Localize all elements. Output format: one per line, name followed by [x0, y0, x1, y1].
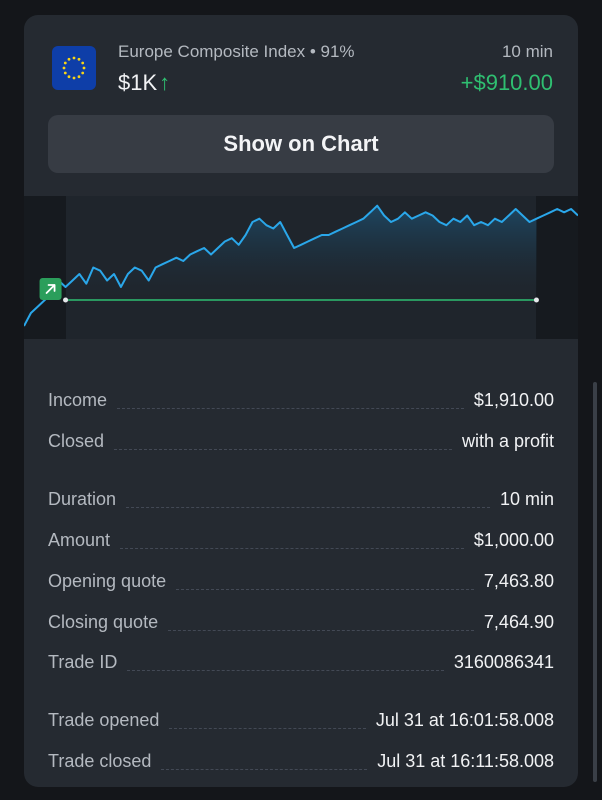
opening-quote-value: 7,463.80 — [483, 571, 554, 591]
dotted-leader — [126, 506, 490, 508]
duration-label: Duration — [48, 489, 117, 509]
detail-row-closing-quote: Closing quote 7,464.90 — [48, 607, 554, 633]
trade-amount-value: $1K — [118, 70, 158, 95]
closing-quote-label: Closing quote — [48, 612, 159, 632]
dotted-leader — [168, 629, 474, 631]
show-on-chart-button[interactable]: Show on Chart — [48, 115, 554, 173]
trade-closed-value: Jul 31 at 16:11:58.008 — [377, 751, 554, 771]
detail-row-trade-opened: Trade opened Jul 31 at 16:01:58.008 — [48, 705, 554, 731]
dotted-leader — [117, 407, 464, 409]
trade-duration: 10 min — [501, 42, 553, 61]
trade-profit: +$910.00 — [460, 70, 553, 95]
closed-label: Closed — [48, 431, 105, 451]
detail-row-closed: Closed with a profit — [48, 426, 554, 452]
asset-name: Europe Composite Index • 91% — [118, 42, 355, 61]
detail-row-opening-quote: Opening quote 7,463.80 — [48, 566, 554, 592]
trade-id-label: Trade ID — [48, 652, 118, 672]
open-point — [63, 297, 69, 303]
detail-row-trade-id: Trade ID 3160086341 — [48, 647, 554, 673]
close-point — [533, 297, 539, 303]
dotted-leader — [169, 727, 366, 729]
dotted-leader — [161, 768, 368, 770]
dotted-leader — [114, 448, 452, 450]
trade-amount: $1K↑ — [118, 70, 170, 96]
closed-value: with a profit — [461, 431, 554, 451]
dotted-leader — [120, 547, 464, 549]
trade-opened-value: Jul 31 at 16:01:58.008 — [375, 710, 554, 730]
pre-trade-shade — [24, 196, 66, 339]
scrollbar[interactable] — [593, 382, 597, 782]
trade-opened-label: Trade opened — [48, 710, 160, 730]
trade-detail-card: Europe Composite Index • 91% 10 min $1K↑… — [24, 15, 578, 787]
detail-row-amount: Amount $1,000.00 — [48, 525, 554, 551]
trade-chart[interactable] — [24, 196, 578, 339]
detail-row-trade-closed: Trade closed Jul 31 at 16:11:58.008 — [48, 746, 554, 772]
amount-value: $1,000.00 — [473, 530, 554, 550]
trade-id-value[interactable]: 3160086341 — [454, 652, 554, 673]
trade-closed-label: Trade closed — [48, 751, 152, 771]
income-label: Income — [48, 390, 108, 410]
detail-row-income: Income $1,910.00 — [48, 385, 554, 411]
trade-header: Europe Composite Index • 91% 10 min $1K↑… — [24, 15, 578, 105]
trade-up-arrow-icon — [39, 278, 62, 300]
opening-quote-label: Opening quote — [48, 571, 167, 591]
arrow-up-icon: ↑ — [159, 70, 171, 95]
dotted-leader — [176, 588, 474, 590]
chart-area — [65, 205, 537, 300]
eu-flag-icon — [52, 46, 96, 90]
income-value: $1,910.00 — [473, 390, 554, 410]
dotted-leader — [127, 669, 444, 671]
duration-value: 10 min — [499, 489, 554, 509]
post-trade-shade — [536, 196, 578, 339]
amount-label: Amount — [48, 530, 111, 550]
closing-quote-value: 7,464.90 — [483, 612, 554, 632]
chart-svg — [24, 196, 578, 339]
detail-row-duration: Duration 10 min — [48, 484, 554, 510]
